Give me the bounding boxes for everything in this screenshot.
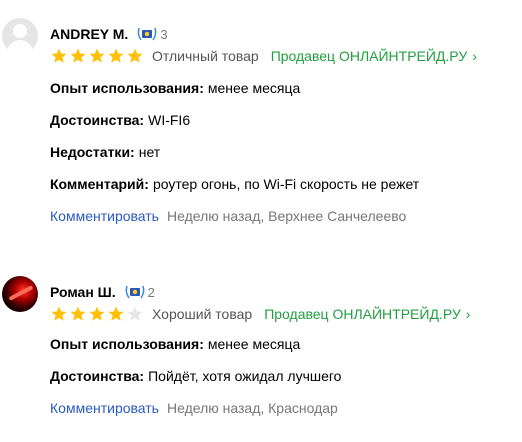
star-icon [70, 306, 86, 321]
field-label: Достоинства: [50, 368, 145, 384]
field-experience: Опыт использования: менее месяца [50, 336, 300, 352]
review-meta: Комментировать Неделю назад, Верхнее Санч… [50, 208, 406, 224]
field-comment: Комментарий: роутер огонь, по Wi-Fi скоро… [50, 176, 419, 192]
chevron-right-icon[interactable]: › [472, 48, 477, 64]
review-header: Роман Ш. 2 [50, 282, 155, 302]
review-date-location: Неделю назад, Краснодар [166, 400, 338, 416]
chevron-right-icon[interactable]: › [466, 306, 471, 322]
field-value: нет [138, 144, 161, 160]
avatar[interactable] [2, 276, 38, 312]
star-icon [108, 306, 124, 321]
verdict-text: Хороший товар [152, 306, 253, 322]
user-silhouette-icon [13, 24, 27, 38]
field-value: WI-FI6 [148, 112, 191, 128]
review-meta: Комментировать Неделю назад, Краснодар [50, 400, 338, 416]
author-name[interactable]: Роман Ш. [50, 284, 116, 300]
star-rating [50, 305, 145, 323]
field-cons: Недостатки: нет [50, 144, 160, 160]
star-icon [89, 48, 105, 63]
star-icon [89, 306, 105, 321]
star-icon [70, 48, 86, 63]
seller-link[interactable]: Продавец ОНЛАЙНТРЕЙД.РУ [264, 306, 461, 322]
star-icon [51, 48, 67, 63]
field-label: Недостатки: [50, 144, 135, 160]
rating-line: Хороший товар Продавец ОНЛАЙНТРЕЙД.РУ › [50, 304, 470, 324]
field-label: Достоинства: [50, 112, 145, 128]
rating-line: Отличный товар Продавец ОНЛАЙНТРЕЙД.РУ › [50, 46, 477, 66]
field-label: Опыт использования: [50, 336, 204, 352]
star-icon [108, 48, 124, 63]
laurel-badge-icon[interactable] [136, 26, 158, 42]
verdict-text: Отличный товар [152, 48, 259, 64]
comment-button[interactable]: Комментировать [50, 208, 159, 224]
field-experience: Опыт использования: менее месяца [50, 80, 300, 96]
field-value: менее месяца [207, 80, 301, 96]
seller-link[interactable]: Продавец ОНЛАЙНТРЕЙД.РУ [271, 48, 468, 64]
field-value: роутер огонь, по Wi-Fi скорость не режет [152, 176, 420, 192]
field-label: Комментарий: [50, 176, 149, 192]
star-icon [127, 306, 143, 321]
star-icon [51, 306, 67, 321]
review-header: ANDREY M. 3 [50, 24, 168, 44]
comment-button[interactable]: Комментировать [50, 400, 159, 416]
star-icon [127, 48, 143, 63]
badge-count: 2 [147, 284, 155, 300]
badge-count: 3 [160, 26, 168, 42]
field-pros: Достоинства: Пойдёт, хотя ожидал лучшего [50, 368, 341, 384]
field-value: менее месяца [207, 336, 301, 352]
field-pros: Достоинства: WI-FI6 [50, 112, 190, 128]
laurel-badge-icon[interactable] [124, 284, 146, 300]
star-rating [50, 47, 145, 65]
field-value: Пойдёт, хотя ожидал лучшего [148, 368, 342, 384]
field-label: Опыт использования: [50, 80, 204, 96]
author-name[interactable]: ANDREY M. [50, 26, 128, 42]
avatar[interactable] [2, 18, 38, 54]
review-date-location: Неделю назад, Верхнее Санчелеево [166, 208, 407, 224]
